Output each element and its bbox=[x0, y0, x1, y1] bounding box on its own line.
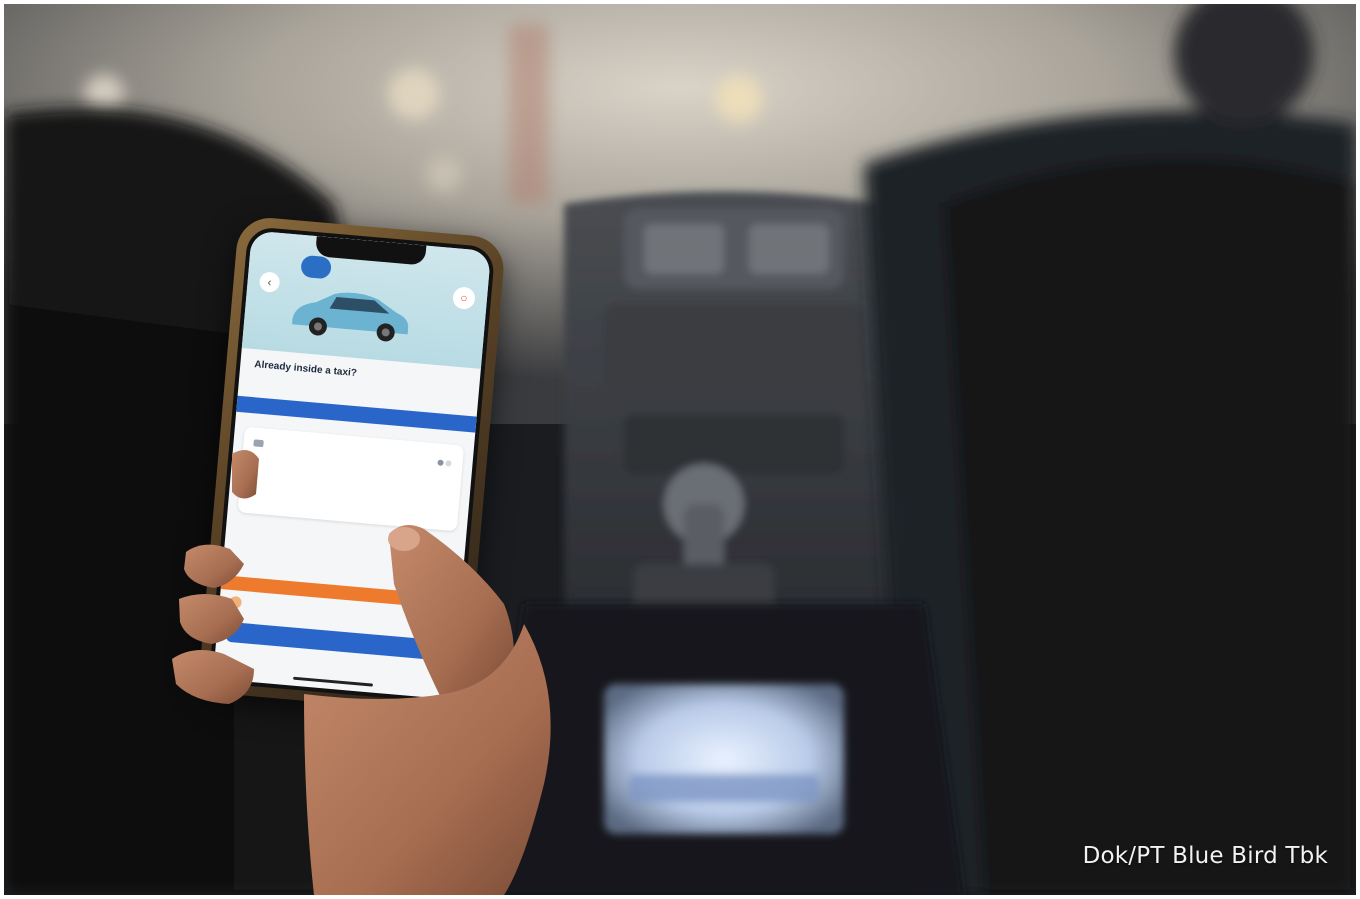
trip-input-card bbox=[237, 426, 465, 532]
smartphone: ‹ ○ Already inside a taxi? bbox=[197, 215, 507, 715]
photo-credit: Dok/PT Blue Bird Tbk bbox=[1082, 843, 1328, 869]
taxi-number-field[interactable] bbox=[253, 439, 453, 470]
destination-placeholder bbox=[265, 474, 266, 480]
phone-bezel: ‹ ○ Already inside a taxi? bbox=[208, 226, 496, 704]
sos-icon: ○ bbox=[459, 290, 469, 306]
rating-icon bbox=[229, 595, 243, 609]
background-scene bbox=[4, 4, 1356, 895]
app-screen: ‹ ○ Already inside a taxi? bbox=[212, 230, 492, 700]
photo-frame: ‹ ○ Already inside a taxi? Dok/PT Blue B… bbox=[4, 4, 1356, 895]
taxi-interior-scene bbox=[4, 4, 1356, 895]
rating-hint bbox=[251, 601, 252, 607]
home-indicator bbox=[293, 676, 374, 687]
taxi-car-illustration bbox=[292, 292, 409, 342]
taxi-number bbox=[269, 441, 270, 448]
destination-field[interactable] bbox=[250, 471, 450, 502]
location-dot-icon bbox=[250, 471, 259, 479]
chevron-left-icon: ‹ bbox=[267, 274, 273, 290]
taxi-icon bbox=[253, 439, 264, 448]
page-title: Already inside a taxi? bbox=[253, 359, 358, 380]
info-banner[interactable] bbox=[236, 395, 477, 433]
sos-button[interactable]: ○ bbox=[452, 286, 476, 311]
field-action-icons[interactable] bbox=[436, 458, 453, 467]
map-pin-badge bbox=[300, 254, 333, 280]
back-button[interactable]: ‹ bbox=[258, 271, 281, 293]
